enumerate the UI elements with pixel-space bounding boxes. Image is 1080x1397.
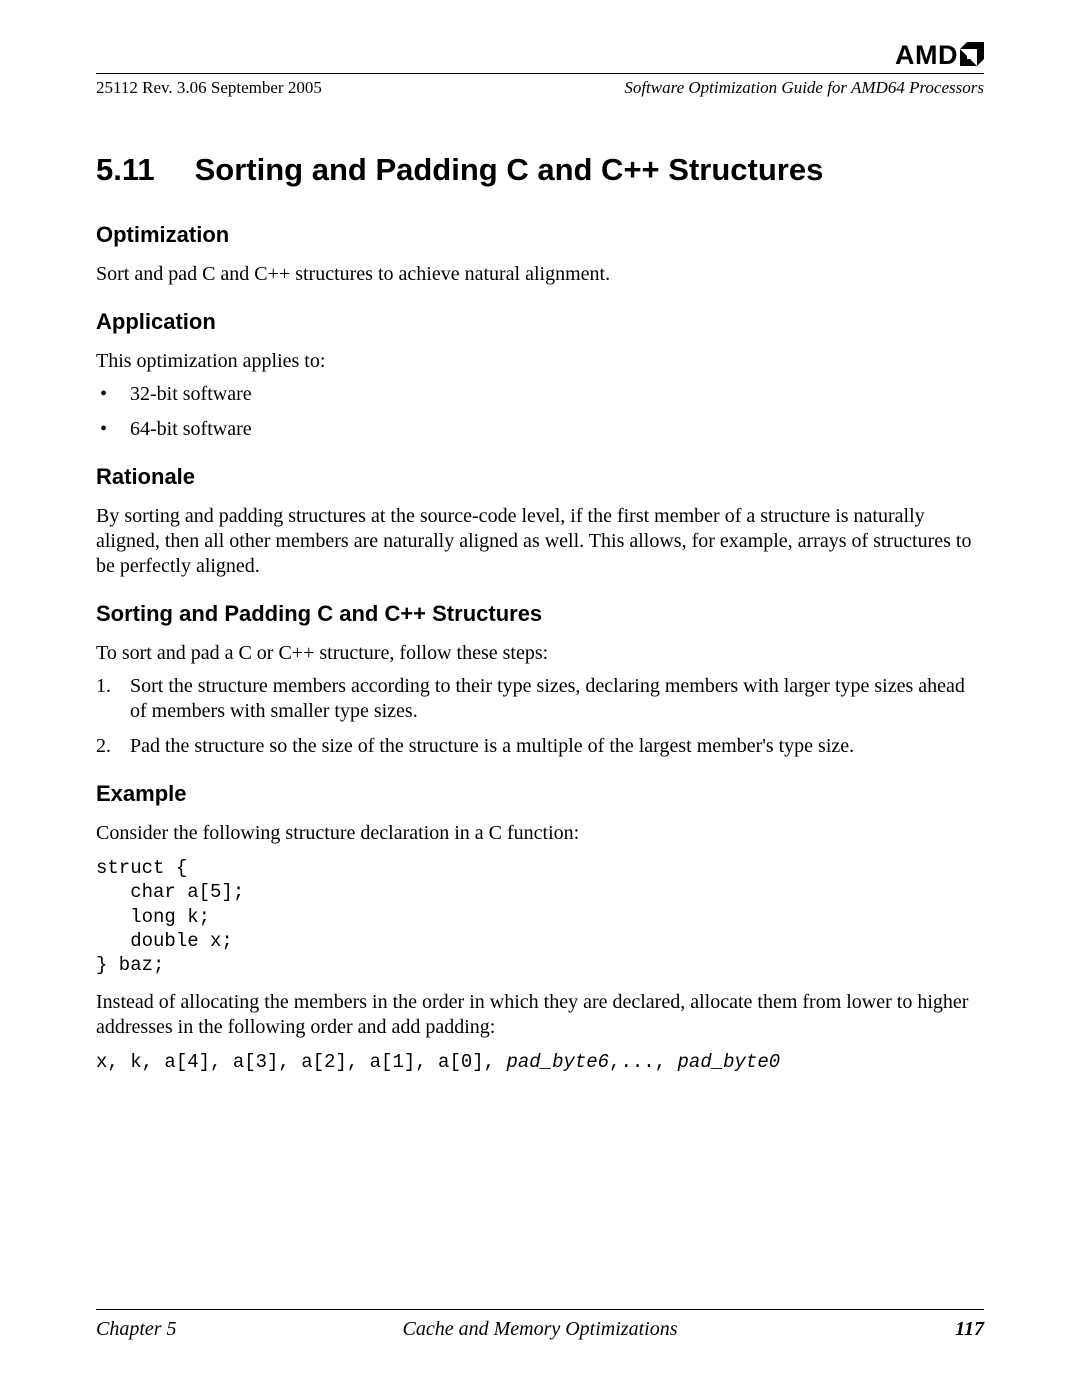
application-lead: This optimization applies to: bbox=[96, 349, 984, 374]
list-item: Pad the structure so the size of the str… bbox=[96, 734, 984, 759]
footer-rule bbox=[96, 1309, 984, 1310]
rationale-heading: Rationale bbox=[96, 464, 984, 490]
section-number: 5.11 bbox=[96, 152, 155, 188]
application-heading: Application bbox=[96, 309, 984, 335]
amd-logo-text: AMD bbox=[895, 40, 958, 70]
list-item: 32-bit software bbox=[96, 382, 984, 407]
footer-chapter: Chapter 5 bbox=[96, 1318, 177, 1341]
example-heading: Example bbox=[96, 781, 984, 807]
optimization-heading: Optimization bbox=[96, 222, 984, 248]
doc-title: Software Optimization Guide for AMD64 Pr… bbox=[624, 78, 984, 98]
code-text: ,..., bbox=[609, 1051, 677, 1073]
sortpad-lead: To sort and pad a C or C++ structure, fo… bbox=[96, 641, 984, 666]
page-footer: Chapter 5 Cache and Memory Optimizations… bbox=[96, 1309, 984, 1341]
code-text: x, k, a[4], a[3], a[2], a[1], a[0], bbox=[96, 1051, 506, 1073]
code-italic: pad_byte0 bbox=[678, 1051, 781, 1073]
code-italic: pad_byte6 bbox=[506, 1051, 609, 1073]
sortpad-heading: Sorting and Padding C and C++ Structures bbox=[96, 601, 984, 627]
amd-arrow-icon bbox=[960, 42, 984, 71]
header-row: 25112 Rev. 3.06 September 2005 Software … bbox=[96, 78, 984, 98]
section-heading: 5.11 Sorting and Padding C and C++ Struct… bbox=[96, 152, 984, 188]
example-lead: Consider the following structure declara… bbox=[96, 821, 984, 846]
logo-row: AMD bbox=[96, 0, 984, 71]
rationale-text: By sorting and padding structures at the… bbox=[96, 504, 984, 579]
application-list: 32-bit software 64-bit software bbox=[96, 382, 984, 442]
footer-row: Chapter 5 Cache and Memory Optimizations… bbox=[96, 1318, 984, 1341]
list-item: Sort the structure members according to … bbox=[96, 674, 984, 724]
document-page: AMD 25112 Rev. 3.06 September 2005 Softw… bbox=[96, 0, 984, 1397]
code-line: x, k, a[4], a[3], a[2], a[1], a[0], pad_… bbox=[96, 1050, 984, 1074]
doc-id: 25112 Rev. 3.06 September 2005 bbox=[96, 78, 322, 98]
example-after-lead: Instead of allocating the members in the… bbox=[96, 990, 984, 1040]
header-rule bbox=[96, 73, 984, 74]
code-block: struct { char a[5]; long k; double x; } … bbox=[96, 856, 984, 978]
footer-title: Cache and Memory Optimizations bbox=[403, 1318, 678, 1341]
sortpad-steps: Sort the structure members according to … bbox=[96, 674, 984, 759]
optimization-text: Sort and pad C and C++ structures to ach… bbox=[96, 262, 984, 287]
section-title: Sorting and Padding C and C++ Structures bbox=[195, 152, 824, 187]
list-item: 64-bit software bbox=[96, 417, 984, 442]
amd-logo: AMD bbox=[895, 40, 984, 71]
footer-page: 117 bbox=[955, 1318, 984, 1341]
